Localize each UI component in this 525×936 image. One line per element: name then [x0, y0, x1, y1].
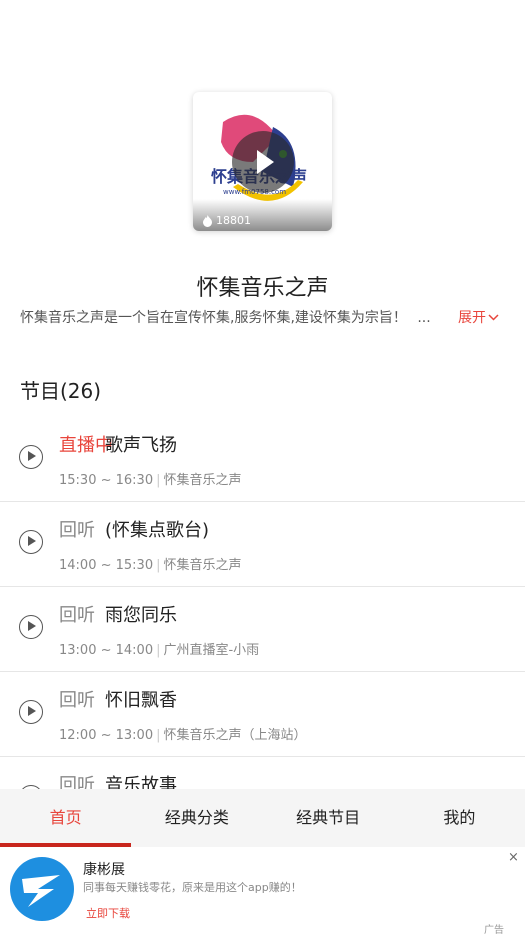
ad-close-icon[interactable]: × — [508, 850, 519, 865]
program-host: 怀集音乐之声 — [163, 473, 242, 488]
program-time: 12:00 ~ 13:00 — [59, 728, 154, 743]
ad-title: 康彬展 — [83, 862, 125, 878]
tab-classic-programs[interactable]: 经典节目 — [263, 789, 394, 847]
ad-download-button[interactable]: 立即下载 — [86, 905, 130, 921]
program-name: (怀集点歌台) — [105, 520, 210, 541]
programs-section-title: 节目(26) — [20, 379, 102, 403]
program-host: 怀集音乐之声（上海站） — [163, 728, 307, 743]
ad-banner[interactable]: 康彬展 同事每天赚钱零花，原来是用这个app赚的！ 立即下载 × 广告 — [0, 847, 525, 936]
cover-play-icon[interactable] — [232, 131, 294, 193]
fire-icon — [203, 214, 212, 227]
program-row[interactable]: 回听 怀旧飘香 12:00 ~ 13:00 | 怀集音乐之声（上海站） — [0, 672, 525, 757]
program-meta: 13:00 ~ 14:00 | 广州直播室-小雨 — [59, 639, 259, 658]
station-cover[interactable]: 怀集音乐之声 www.fm0758.com 18801 — [193, 92, 332, 231]
program-list: 直播中 歌声飞扬 15:30 ~ 16:30 | 怀集音乐之声 回听 (怀集点歌台)… — [0, 417, 525, 842]
meta-separator: | — [156, 728, 161, 743]
program-name: 雨您同乐 — [105, 605, 177, 626]
program-time: 15:30 ~ 16:30 — [59, 473, 154, 488]
program-status: 回听 — [59, 605, 95, 626]
program-meta: 12:00 ~ 13:00 | 怀集音乐之声（上海站） — [59, 724, 307, 743]
station-description: 怀集音乐之声是一个旨在宣传怀集,服务怀集,建设怀集为宗旨！ ... — [20, 307, 450, 327]
ad-tag: 广告 — [484, 925, 504, 936]
meta-separator: | — [156, 558, 161, 573]
station-title: 怀集音乐之声 — [196, 276, 329, 301]
expand-label: 展开 — [458, 310, 486, 326]
play-icon[interactable] — [19, 700, 43, 724]
meta-separator: | — [156, 643, 161, 658]
program-host: 广州直播室-小雨 — [163, 643, 260, 658]
description-text: 怀集音乐之声是一个旨在宣传怀集,服务怀集,建设怀集为宗旨！ — [20, 310, 407, 326]
play-icon[interactable] — [19, 530, 43, 554]
program-time: 14:00 ~ 15:30 — [59, 558, 154, 573]
meta-separator: | — [156, 473, 161, 488]
program-time: 13:00 ~ 14:00 — [59, 643, 154, 658]
program-row[interactable]: 回听 雨您同乐 13:00 ~ 14:00 | 广州直播室-小雨 — [0, 587, 525, 672]
listen-count: 18801 — [202, 214, 251, 227]
program-meta: 15:30 ~ 16:30 | 怀集音乐之声 — [59, 469, 242, 488]
listen-count-value: 18801 — [216, 214, 251, 227]
program-name: 歌声飞扬 — [105, 435, 177, 456]
tab-home[interactable]: 首页 — [0, 789, 132, 847]
program-status: 回听 — [59, 520, 95, 541]
play-icon[interactable] — [19, 615, 43, 639]
ad-app-logo-icon — [10, 857, 74, 921]
program-host: 怀集音乐之声 — [163, 558, 242, 573]
expand-button[interactable]: 展开 — [458, 307, 499, 327]
bottom-tab-bar: 首页 经典分类 经典节目 我的 — [0, 789, 525, 847]
description-ellipsis: ... — [417, 310, 431, 326]
program-name: 怀旧飘香 — [105, 690, 177, 711]
program-meta: 14:00 ~ 15:30 | 怀集音乐之声 — [59, 554, 242, 573]
program-status: 回听 — [59, 690, 95, 711]
tab-mine[interactable]: 我的 — [394, 789, 525, 847]
program-row[interactable]: 直播中 歌声飞扬 15:30 ~ 16:30 | 怀集音乐之声 — [0, 417, 525, 502]
play-icon[interactable] — [19, 445, 43, 469]
ad-text: 同事每天赚钱零花，原来是用这个app赚的！ — [83, 881, 302, 894]
tab-classic-categories[interactable]: 经典分类 — [131, 789, 262, 847]
chevron-down-icon — [488, 313, 499, 321]
program-row[interactable]: 回听 (怀集点歌台) 14:00 ~ 15:30 | 怀集音乐之声 — [0, 502, 525, 587]
